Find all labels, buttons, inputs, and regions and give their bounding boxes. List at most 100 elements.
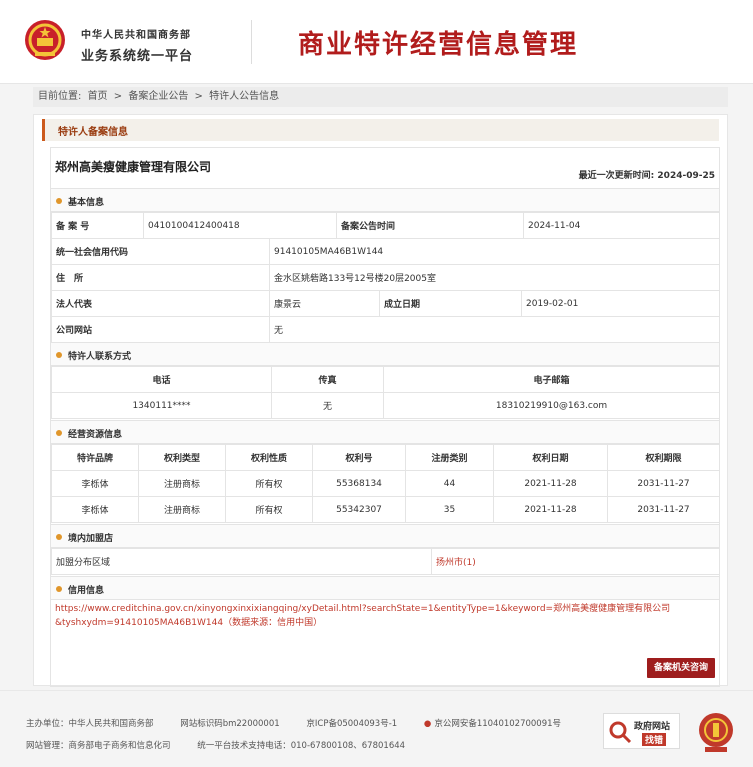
credit-code-value: 91410105MA46B1W144 [269, 238, 720, 265]
site-footer: 主办单位：中华人民共和国商务部 网站标识码bm22000001 京ICP备050… [0, 690, 753, 767]
gov-badge-label: 找错 [642, 733, 667, 746]
section-title: 基本信息 [68, 198, 105, 208]
table-cell: 2031-11-27 [607, 496, 720, 523]
gov-badge-title: 政府网站 [634, 722, 671, 732]
column-header: 注册类别 [405, 444, 494, 471]
section-title: 境内加盟店 [68, 534, 114, 544]
franchisor-detail: 郑州高美瘦健康管理有限公司 最近一次更新时间: 2024-09-25 基本信息 … [50, 147, 720, 687]
breadcrumb-filing-announcements[interactable]: 备案企业公告 [128, 91, 188, 102]
table-row: 备 案 号 0410100412400418 备案公告时间 2024-11-04 [51, 212, 720, 239]
founded-value: 2019-02-01 [521, 290, 720, 317]
site-header: 中华人民共和国商务部 业务系统统一平台 商业特许经营信息管理 [0, 0, 753, 84]
footer-site-id: 网站标识码bm22000001 [180, 719, 280, 729]
column-header: 权利性质 [225, 444, 313, 471]
basic-info-table: 公司网站 无 [51, 316, 720, 343]
announce-time-label: 备案公告时间 [336, 212, 524, 239]
table-cell: 注册商标 [138, 496, 226, 523]
section-title: 信用信息 [68, 586, 105, 596]
announce-time-value: 2024-11-04 [523, 212, 720, 239]
section-contact: 特许人联系方式 [51, 342, 719, 366]
table-cell: 35 [405, 496, 494, 523]
fax-value: 无 [271, 392, 384, 419]
resources-table: 特许品牌 权利类型 权利性质 权利号 注册类别 权利日期 权利期限 李栎体 注册… [51, 444, 720, 523]
table-row: 住 所 金水区姚砦路133号12号楼20层2005室 [51, 264, 720, 291]
section-resources: 经营资源信息 [51, 420, 719, 444]
header-divider [251, 20, 252, 64]
table-cell: 55342307 [312, 496, 406, 523]
table-header-row: 特许品牌 权利类型 权利性质 权利号 注册类别 权利日期 权利期限 [51, 444, 720, 471]
breadcrumb-prefix: 目前位置: [38, 91, 82, 102]
website-value: 无 [269, 316, 720, 343]
bullet-icon [56, 430, 62, 436]
basic-info-table: 统一社会信用代码 91410105MA46B1W144 住 所 金水区姚砦路13… [51, 238, 720, 291]
footer-row: 网站管理：商务部电子商务和信息化司 统一平台技术支持电话：010-6780010… [26, 739, 429, 751]
table-row: 1340111**** 无 18310219910@163.com [51, 392, 720, 419]
table-cell: 55368134 [312, 470, 406, 497]
column-header: 权利类型 [138, 444, 226, 471]
table-row: 加盟分布区域 扬州市(1) [51, 548, 720, 575]
address-value: 金水区姚砦路133号12号楼20层2005室 [269, 264, 720, 291]
section-basic-info: 基本信息 [51, 188, 719, 212]
last-updated-value: 2024-09-25 [657, 171, 715, 181]
footer-police[interactable]: 京公网安备11040102700091号 [434, 719, 561, 729]
domestic-table: 加盟分布区域 扬州市(1) [51, 548, 720, 575]
table-row: 李栎体 注册商标 所有权 55342307 35 2021-11-28 2031… [51, 496, 720, 523]
record-no-value: 0410100412400418 [143, 212, 337, 239]
table-row: 李栎体 注册商标 所有权 55368134 44 2021-11-28 2031… [51, 470, 720, 497]
breadcrumb-separator: > [113, 91, 123, 102]
table-cell: 2031-11-27 [607, 470, 720, 497]
area-label: 加盟分布区域 [51, 548, 432, 575]
last-updated-label: 最近一次更新时间: [578, 171, 655, 181]
email-value: 18310219910@163.com [383, 392, 720, 419]
footer-support: 统一平台技术支持电话：010-67800108、67801644 [197, 741, 406, 751]
record-no-label: 备 案 号 [51, 212, 144, 239]
section-domestic-stores: 境内加盟店 [51, 524, 719, 548]
bullet-icon [56, 352, 62, 358]
footer-manager: 网站管理：商务部电子商务和信息化司 [26, 741, 171, 751]
footer-host: 主办单位：中华人民共和国商务部 [26, 719, 154, 729]
column-header: 电子邮箱 [383, 366, 720, 393]
area-link[interactable]: 扬州市(1) [431, 548, 720, 575]
table-cell: 2021-11-28 [493, 470, 608, 497]
platform-name: 业务系统统一平台 [81, 49, 194, 64]
table-cell: 所有权 [225, 470, 313, 497]
basic-info-table: 备 案 号 0410100412400418 备案公告时间 2024-11-04 [51, 212, 720, 239]
credit-code-label: 统一社会信用代码 [51, 238, 270, 265]
website-label: 公司网站 [51, 316, 270, 343]
company-name: 郑州高美瘦健康管理有限公司 [55, 160, 212, 174]
breadcrumb-home[interactable]: 首页 [88, 91, 108, 102]
column-header: 权利期限 [607, 444, 720, 471]
table-row: 统一社会信用代码 91410105MA46B1W144 [51, 238, 720, 265]
panel-header: 特许人备案信息 [42, 119, 719, 141]
table-cell: 李栎体 [51, 470, 139, 497]
breadcrumb-separator: > [194, 91, 203, 102]
search-icon [609, 721, 632, 744]
last-updated: 最近一次更新时间: 2024-09-25 [579, 168, 715, 181]
table-header-row: 电话 传真 电子邮箱 [51, 366, 720, 393]
table-cell: 所有权 [225, 496, 313, 523]
column-header: 权利号 [312, 444, 406, 471]
gov-site-error-button[interactable]: 政府网站 找错 [603, 713, 680, 749]
police-badge-icon: ● [423, 719, 432, 729]
founded-label: 成立日期 [379, 290, 522, 317]
column-header: 权利日期 [493, 444, 608, 471]
legal-rep-label: 法人代表 [51, 290, 270, 317]
address-label: 住 所 [51, 264, 270, 291]
column-header: 传真 [271, 366, 384, 393]
section-credit: 信用信息 [51, 576, 719, 600]
bullet-icon [56, 586, 62, 592]
consult-button[interactable]: 备案机关咨询 [646, 658, 715, 678]
panel-title: 特许人备案信息 [58, 127, 128, 138]
table-cell: 2021-11-28 [493, 496, 608, 523]
basic-info-table: 法人代表 康景云 成立日期 2019-02-01 [51, 290, 720, 317]
contact-table: 电话 传真 电子邮箱 1340111**** 无 18310219910@163… [51, 366, 720, 419]
footer-icp[interactable]: 京ICP备05004093号-1 [306, 719, 397, 729]
party-emblem-icon[interactable] [697, 711, 735, 753]
credit-link[interactable]: https://www.creditchina.gov.cn/xinyongxi… [55, 602, 675, 630]
breadcrumb: 目前位置: 首页 > 备案企业公告 > 特许人公告信息 [33, 87, 728, 107]
section-title: 经营资源信息 [68, 430, 123, 440]
column-header: 特许品牌 [51, 444, 139, 471]
section-title: 特许人联系方式 [68, 352, 132, 362]
national-emblem-icon [25, 20, 65, 60]
table-cell: 44 [405, 470, 494, 497]
